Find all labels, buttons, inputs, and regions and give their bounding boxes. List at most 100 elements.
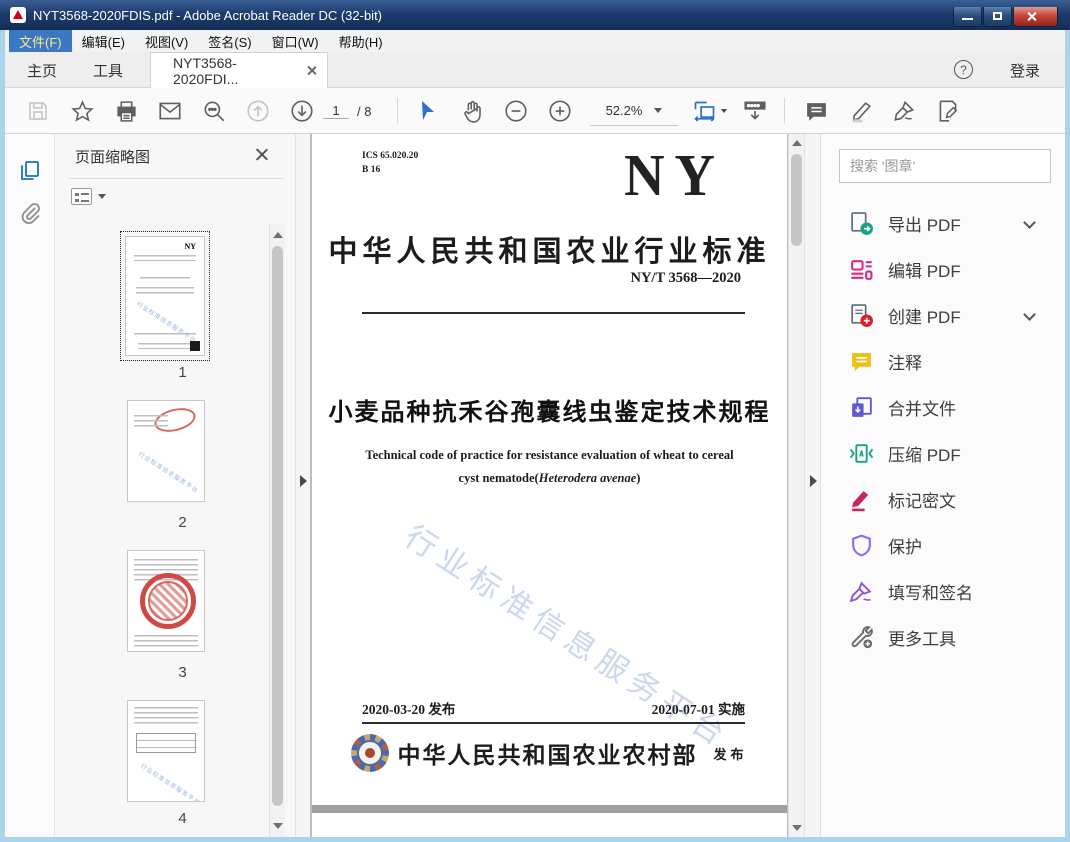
- standard-title: 中华人民共和国农业行业标准: [328, 236, 771, 268]
- tab-close-icon[interactable]: [306, 65, 317, 76]
- tab-bar: 主页 工具 NYT3568-2020FDI... ? 登录: [5, 52, 1065, 88]
- previous-page-icon[interactable]: [240, 94, 276, 128]
- document-subtitle: Technical code of practice for resistanc…: [365, 448, 734, 485]
- thumbnail-page-2[interactable]: 行业标准信息服务平台: [127, 400, 205, 502]
- page-total-label: / 8: [357, 103, 372, 119]
- document-scrollbar[interactable]: [788, 134, 804, 837]
- main-area: 页面缩略图 NY 行业标准信息服务平台 1 行业标准信息服务平台 2 3 行业标…: [5, 134, 1065, 837]
- tools-search-input[interactable]: [839, 149, 1051, 183]
- zoom-out-icon[interactable]: [498, 94, 534, 128]
- acrobat-window: NYT3568-2020FDIS.pdf - Adobe Acrobat Rea…: [0, 0, 1070, 842]
- close-button[interactable]: [1013, 7, 1058, 27]
- menu-sign[interactable]: 签名(S): [198, 30, 261, 52]
- issue-date: 2020-03-20 发布: [362, 702, 456, 717]
- date-row: 2020-03-20 发布 2020-07-01 实施: [362, 698, 745, 718]
- pdf-page-2-edge: [312, 813, 787, 837]
- title-bar: NYT3568-2020FDIS.pdf - Adobe Acrobat Rea…: [0, 0, 1070, 30]
- chevron-down-icon[interactable]: [1023, 216, 1036, 229]
- page-navigator: / 8: [323, 94, 371, 128]
- login-button[interactable]: 登录: [1010, 52, 1040, 88]
- seal-decoration: [140, 573, 196, 629]
- save-icon[interactable]: [20, 94, 56, 128]
- menu-file[interactable]: 文件(F): [9, 30, 72, 52]
- ministry-name: 中华人民共和国农业农村部: [397, 743, 698, 768]
- print-icon[interactable]: [108, 94, 144, 128]
- zoom-level-dropdown[interactable]: 52.2%: [590, 96, 678, 126]
- protect-shield-icon: [849, 533, 874, 558]
- comment-icon[interactable]: [798, 94, 834, 128]
- maximize-button[interactable]: [983, 7, 1012, 27]
- tool-more-tools[interactable]: 更多工具: [821, 614, 1066, 660]
- panel-handle-strip: [295, 134, 310, 837]
- tools-panel: 导出 PDF 编辑 PDF 创建 PDF 注释: [820, 134, 1065, 837]
- email-icon[interactable]: [152, 94, 188, 128]
- window-border-right: [1065, 30, 1070, 842]
- tab-document[interactable]: NYT3568-2020FDI...: [150, 52, 328, 88]
- thumbnail-options-button[interactable]: [71, 188, 106, 205]
- help-icon[interactable]: ?: [954, 60, 973, 79]
- page-thumbnails-icon[interactable]: [17, 158, 43, 184]
- tool-compress-pdf[interactable]: 压缩 PDF: [821, 430, 1066, 476]
- minimize-button[interactable]: [953, 7, 982, 27]
- rule-line: [362, 312, 745, 314]
- tool-edit-pdf[interactable]: 编辑 PDF: [821, 246, 1066, 292]
- highlight-icon[interactable]: [843, 94, 879, 128]
- thumbnails-panel: 页面缩略图 NY 行业标准信息服务平台 1 行业标准信息服务平台 2 3 行业标…: [55, 134, 310, 837]
- menu-bar: 文件(F) 编辑(E) 视图(V) 签名(S) 窗口(W) 帮助(H): [5, 30, 1065, 52]
- collapse-left-panel-icon[interactable]: [300, 475, 307, 487]
- thumbnails-scrollbar[interactable]: [269, 224, 285, 837]
- rule-line: [362, 722, 745, 724]
- ministry-emblem-icon: [351, 734, 390, 772]
- tool-comment[interactable]: 注释: [821, 338, 1066, 384]
- fit-width-icon[interactable]: [685, 94, 733, 128]
- search-icon[interactable]: [196, 94, 232, 128]
- more-tools-wrench-icon: [849, 625, 874, 650]
- window-title: NYT3568-2020FDIS.pdf - Adobe Acrobat Rea…: [33, 7, 383, 23]
- tool-export-pdf[interactable]: 导出 PDF: [821, 200, 1066, 246]
- combine-files-icon: [849, 395, 874, 420]
- scroll-up-icon[interactable]: [792, 140, 802, 146]
- toolbar-mode-icon[interactable]: [737, 94, 773, 128]
- menu-window[interactable]: 窗口(W): [262, 30, 329, 52]
- sign-icon[interactable]: [886, 94, 922, 128]
- comment-tool-icon: [849, 349, 874, 374]
- ics-code: ICS 65.020.20 B 16: [362, 151, 419, 175]
- next-page-icon[interactable]: [284, 94, 320, 128]
- export-pdf-icon: [849, 211, 874, 236]
- star-icon[interactable]: [64, 94, 100, 128]
- thumbnail-page-4[interactable]: 行业标准信息服务平台: [127, 700, 205, 802]
- scrollbar-thumb[interactable]: [272, 246, 283, 806]
- zoom-level-value: 52.2%: [605, 103, 643, 118]
- tool-protect[interactable]: 保护: [821, 522, 1066, 568]
- tool-fill-sign[interactable]: 填写和签名: [821, 568, 1066, 614]
- chevron-down-icon[interactable]: [1023, 308, 1036, 321]
- menu-view[interactable]: 视图(V): [135, 30, 198, 52]
- select-tool-icon[interactable]: [410, 94, 446, 128]
- edit-pdf-icon: [849, 257, 874, 282]
- fill-sign-icon[interactable]: [930, 94, 966, 128]
- scrollbar-thumb[interactable]: [791, 154, 802, 246]
- toolbar-separator: [784, 98, 785, 124]
- compress-pdf-icon: [849, 441, 874, 466]
- pdf-page-1: ICS 65.020.20 B 16 NY 中华人民共和国农业行业标准 NY/T…: [312, 134, 787, 805]
- thumbnail-page-3[interactable]: [127, 550, 205, 652]
- create-pdf-icon: [849, 303, 874, 328]
- scroll-down-icon[interactable]: [792, 825, 802, 831]
- page-number-input[interactable]: [323, 103, 349, 119]
- menu-edit[interactable]: 编辑(E): [72, 30, 135, 52]
- scroll-down-icon[interactable]: [273, 823, 283, 829]
- tool-create-pdf[interactable]: 创建 PDF: [821, 292, 1066, 338]
- hand-tool-icon[interactable]: [454, 94, 490, 128]
- zoom-in-icon[interactable]: [542, 94, 578, 128]
- attachments-icon[interactable]: [17, 200, 43, 226]
- expand-right-panel-icon[interactable]: [810, 475, 817, 487]
- menu-help[interactable]: 帮助(H): [329, 30, 393, 52]
- scroll-up-icon[interactable]: [273, 232, 283, 238]
- table-decoration: [136, 733, 196, 753]
- tab-home[interactable]: 主页: [27, 52, 57, 88]
- thumbnail-page-1[interactable]: NY 行业标准信息服务平台: [120, 231, 210, 361]
- tab-tools[interactable]: 工具: [93, 52, 123, 88]
- tool-combine-files[interactable]: 合并文件: [821, 384, 1066, 430]
- tool-redact[interactable]: 标记密文: [821, 476, 1066, 522]
- panel-close-icon[interactable]: [255, 147, 269, 161]
